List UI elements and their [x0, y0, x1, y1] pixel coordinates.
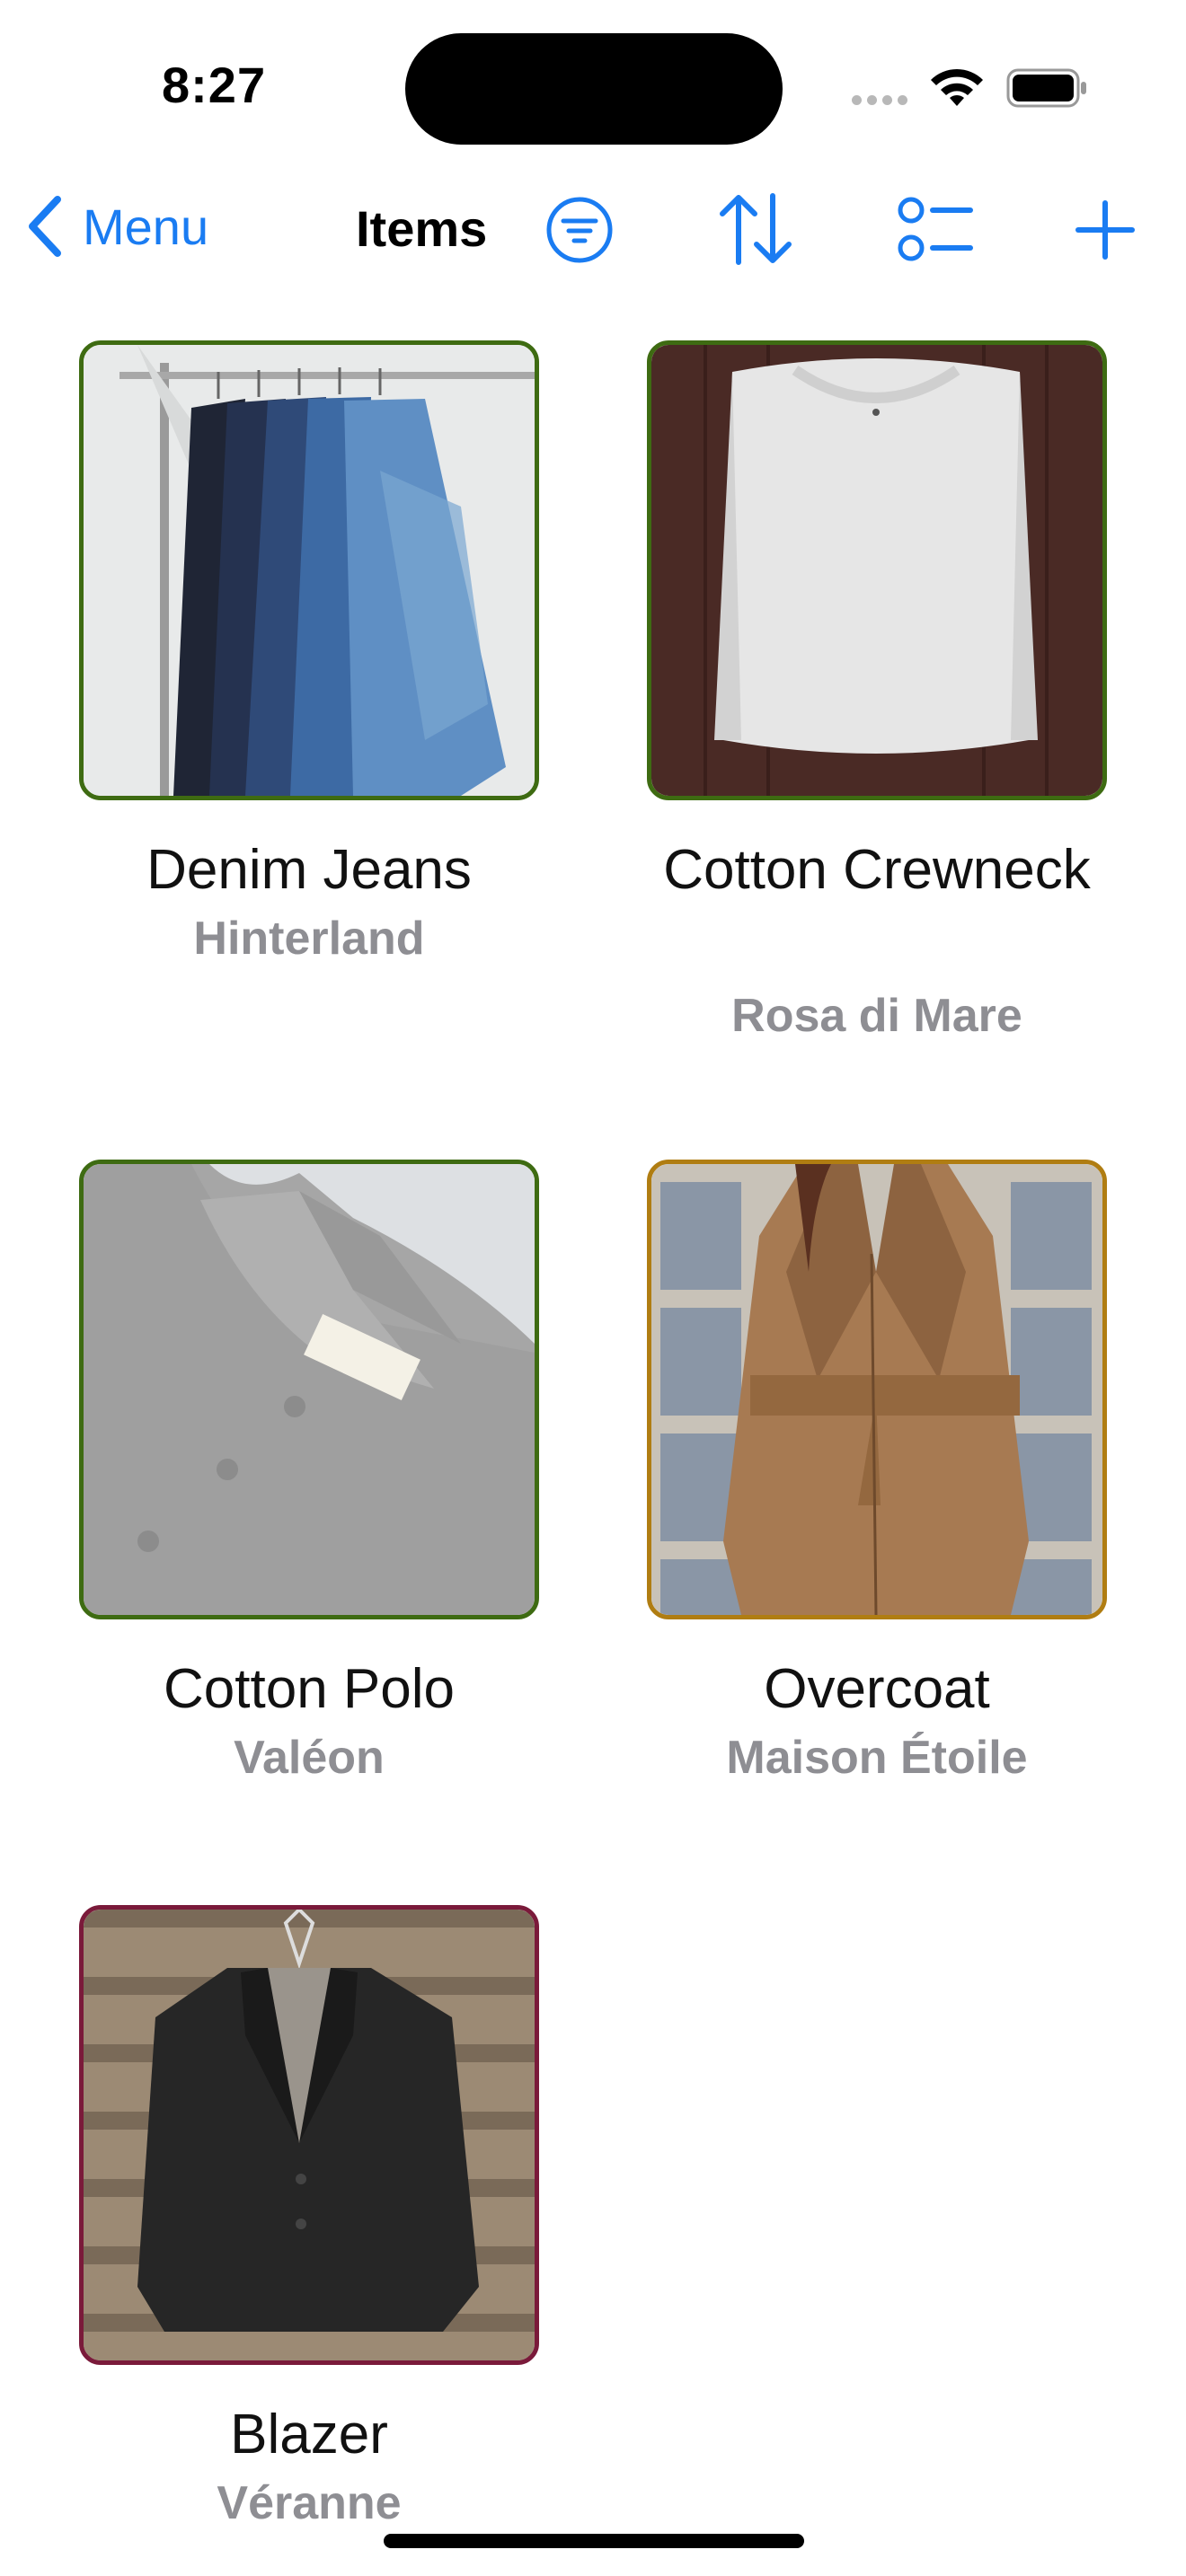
- cellular-signal-icon: [852, 93, 913, 110]
- item-brand: Hinterland: [193, 913, 425, 965]
- item-name: Overcoat: [764, 1658, 990, 1720]
- back-button[interactable]: Menu: [25, 196, 208, 257]
- plus-icon[interactable]: [1075, 199, 1136, 260]
- back-button-label: Menu: [83, 198, 209, 255]
- item-name: Denim Jeans: [146, 839, 472, 901]
- home-indicator[interactable]: [384, 2534, 804, 2548]
- item-thumbnail[interactable]: [79, 340, 539, 800]
- item-thumbnail[interactable]: [647, 1160, 1107, 1619]
- blazer-image: [84, 1910, 535, 2360]
- item-name: Cotton Polo: [164, 1658, 455, 1720]
- chevron-left-icon: [29, 196, 61, 257]
- item-thumbnail[interactable]: [647, 340, 1107, 800]
- jeans-image: [84, 345, 535, 796]
- item-name: Blazer: [230, 2404, 388, 2466]
- overcoat-image: [651, 1164, 1102, 1615]
- filter-icon[interactable]: [544, 195, 615, 265]
- sort-icon[interactable]: [715, 190, 796, 268]
- item-name: Cotton Crewneck: [663, 839, 1091, 901]
- item-brand: Maison Étoile: [726, 1732, 1028, 1784]
- dynamic-island: [405, 33, 783, 145]
- item-brand: Valéon: [234, 1732, 385, 1784]
- item-thumbnail[interactable]: [79, 1160, 539, 1619]
- polo-image: [84, 1164, 535, 1615]
- list-icon[interactable]: [897, 194, 974, 264]
- status-time: 8:27: [162, 57, 267, 113]
- item-brand: Rosa di Mare: [731, 990, 1022, 1042]
- wifi-icon: [931, 68, 983, 106]
- tshirt-image: [651, 345, 1102, 796]
- battery-icon: [1006, 68, 1086, 108]
- page-title: Items: [356, 200, 488, 257]
- item-thumbnail[interactable]: [79, 1905, 539, 2365]
- item-brand: Véranne: [217, 2477, 402, 2529]
